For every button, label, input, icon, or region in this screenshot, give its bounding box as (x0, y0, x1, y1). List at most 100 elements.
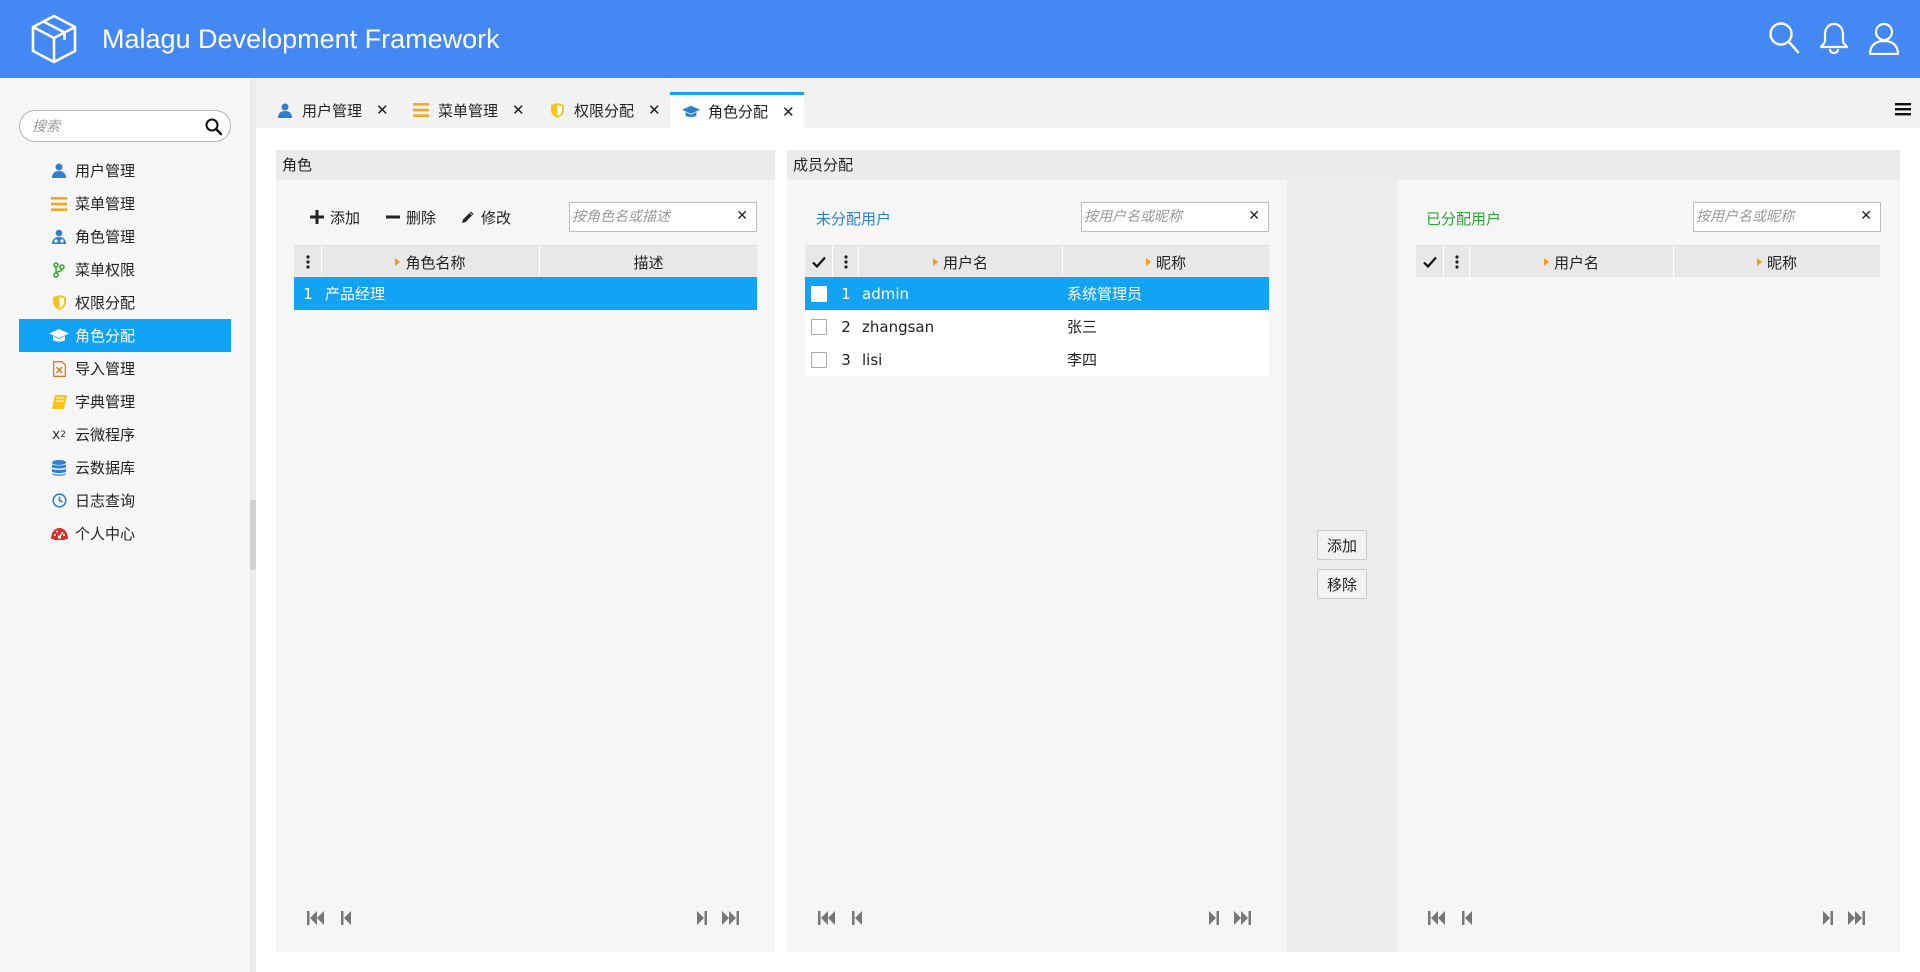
last-page-icon[interactable] (1230, 906, 1254, 930)
sidebar-item-cloud-function[interactable]: x2 云微程序 (19, 418, 231, 451)
table-row[interactable]: 1 admin 系统管理员 (805, 277, 1269, 310)
select-all-checkbox[interactable] (805, 246, 833, 278)
sidebar-item-label: 角色分配 (75, 327, 136, 345)
row-checkbox[interactable] (811, 318, 827, 335)
unassigned-filter-input[interactable] (1084, 207, 1234, 227)
unassigned-title: 未分配用户 (816, 210, 892, 228)
sidebar: 用户管理 菜单管理 角色管理 菜单权限 权限分配 角色分配 导入管理 字典管理 (0, 78, 250, 972)
clear-icon[interactable]: ✕ (736, 208, 748, 224)
sidebar-search[interactable] (19, 110, 231, 142)
tab-label: 菜单管理 (438, 101, 499, 120)
first-page-icon[interactable] (1425, 906, 1449, 930)
search-icon[interactable] (1766, 18, 1802, 58)
clear-icon[interactable]: ✕ (1860, 208, 1872, 224)
column-username[interactable]: 用户名 (1470, 246, 1674, 278)
panel-title: 角色 (276, 150, 775, 180)
role-name-cell: 产品经理 (325, 285, 386, 303)
main-content: 角色 添加 删除 修改 ✕ 角色名称 描述 1 (256, 128, 1920, 972)
close-icon[interactable]: ✕ (376, 101, 389, 119)
sidebar-item-personal-center[interactable]: 个人中心 (19, 517, 231, 550)
sidebar-search-input[interactable] (32, 116, 202, 138)
sidebar-item-cloud-database[interactable]: 云数据库 (19, 451, 231, 484)
unassigned-filter[interactable]: ✕ (1081, 202, 1269, 232)
tab-permission-assign[interactable]: 权限分配 ✕ (528, 92, 661, 128)
close-icon[interactable]: ✕ (512, 101, 525, 119)
prev-page-icon[interactable] (1455, 906, 1479, 930)
role-desc-cell (540, 277, 757, 310)
sidebar-item-role-assign[interactable]: 角色分配 (19, 319, 231, 352)
bell-icon[interactable] (1816, 18, 1852, 58)
unassigned-grid-header: 用户名 昵称 (805, 245, 1269, 278)
add-role-button[interactable]: 添加 (310, 202, 360, 232)
assigned-filter-input[interactable] (1696, 207, 1846, 227)
prev-page-icon[interactable] (334, 906, 358, 930)
column-menu-icon[interactable] (833, 246, 859, 278)
pencil-icon (462, 211, 474, 223)
column-menu-icon[interactable] (1444, 246, 1470, 278)
user-icon (49, 161, 69, 181)
sort-arrow-icon (395, 258, 401, 266)
sidebar-item-label: 角色管理 (75, 228, 136, 246)
close-icon[interactable]: ✕ (648, 101, 661, 119)
shield-icon (548, 101, 566, 119)
sidebar-item-permission-assign[interactable]: 权限分配 (19, 286, 231, 319)
remove-member-button[interactable]: 移除 (1317, 569, 1367, 599)
select-all-checkbox[interactable] (1416, 246, 1444, 278)
user-icon[interactable] (1866, 18, 1902, 58)
column-menu-icon[interactable] (294, 246, 322, 278)
column-nickname[interactable]: 昵称 (1674, 246, 1880, 278)
column-nickname[interactable]: 昵称 (1063, 246, 1269, 278)
table-row[interactable]: 1 产品经理 (294, 277, 757, 310)
prev-page-icon[interactable] (845, 906, 869, 930)
minus-icon (386, 215, 400, 219)
column-description[interactable]: 描述 (540, 246, 757, 278)
tab-label: 用户管理 (302, 101, 363, 120)
add-member-button[interactable]: 添加 (1317, 530, 1367, 560)
row-checkbox[interactable] (811, 285, 827, 302)
last-page-icon[interactable] (718, 906, 742, 930)
row-checkbox[interactable] (811, 351, 827, 368)
sidebar-item-role-management[interactable]: 角色管理 (19, 220, 231, 253)
hamburger-menu-icon[interactable] (1894, 100, 1912, 118)
bars-icon (412, 101, 430, 119)
delete-role-button[interactable]: 删除 (386, 202, 436, 232)
table-row[interactable]: 2 zhangsan 张三 (805, 310, 1269, 343)
first-page-icon[interactable] (304, 906, 328, 930)
sidebar-item-user-management[interactable]: 用户管理 (19, 154, 231, 187)
next-page-icon[interactable] (1202, 906, 1226, 930)
tab-menu-management[interactable]: 菜单管理 ✕ (392, 92, 525, 128)
search-icon[interactable] (204, 117, 224, 137)
tab-user-management[interactable]: 用户管理 ✕ (256, 92, 389, 128)
sidebar-item-menu-management[interactable]: 菜单管理 (19, 187, 231, 220)
row-index: 1 (841, 284, 851, 303)
sidebar-item-menu-permission[interactable]: 菜单权限 (19, 253, 231, 286)
next-page-icon[interactable] (690, 906, 714, 930)
sort-arrow-icon (1543, 258, 1549, 266)
clock-icon (49, 491, 69, 511)
sidebar-item-dictionary-management[interactable]: 字典管理 (19, 385, 231, 418)
tab-role-assign[interactable]: 角色分配 ✕ (670, 92, 804, 128)
role-filter[interactable]: ✕ (569, 202, 757, 232)
username-cell: admin (862, 284, 909, 303)
last-page-icon[interactable] (1844, 906, 1868, 930)
first-page-icon[interactable] (815, 906, 839, 930)
role-filter-input[interactable] (572, 207, 722, 227)
row-checkbox-cell (805, 277, 833, 310)
sidebar-item-log-query[interactable]: 日志查询 (19, 484, 231, 517)
table-row[interactable]: 3 lisi 李四 (805, 343, 1269, 376)
assigned-users-panel: 已分配用户 ✕ 用户名 昵称 (1397, 180, 1900, 952)
next-page-icon[interactable] (1816, 906, 1840, 930)
sidebar-item-import-management[interactable]: 导入管理 (19, 352, 231, 385)
column-username[interactable]: 用户名 (859, 246, 1063, 278)
clear-icon[interactable]: ✕ (1248, 208, 1260, 224)
assigned-filter[interactable]: ✕ (1693, 202, 1881, 232)
plus-icon (310, 210, 324, 224)
assigned-title: 已分配用户 (1426, 210, 1502, 228)
edit-role-button[interactable]: 修改 (461, 202, 511, 232)
close-icon[interactable]: ✕ (782, 103, 795, 121)
sidebar-item-label: 菜单管理 (75, 195, 136, 213)
column-role-name[interactable]: 角色名称 (322, 246, 540, 278)
graduation-cap-icon (49, 326, 69, 346)
column-label: 用户名 (942, 253, 988, 272)
column-label: 昵称 (1155, 253, 1186, 272)
